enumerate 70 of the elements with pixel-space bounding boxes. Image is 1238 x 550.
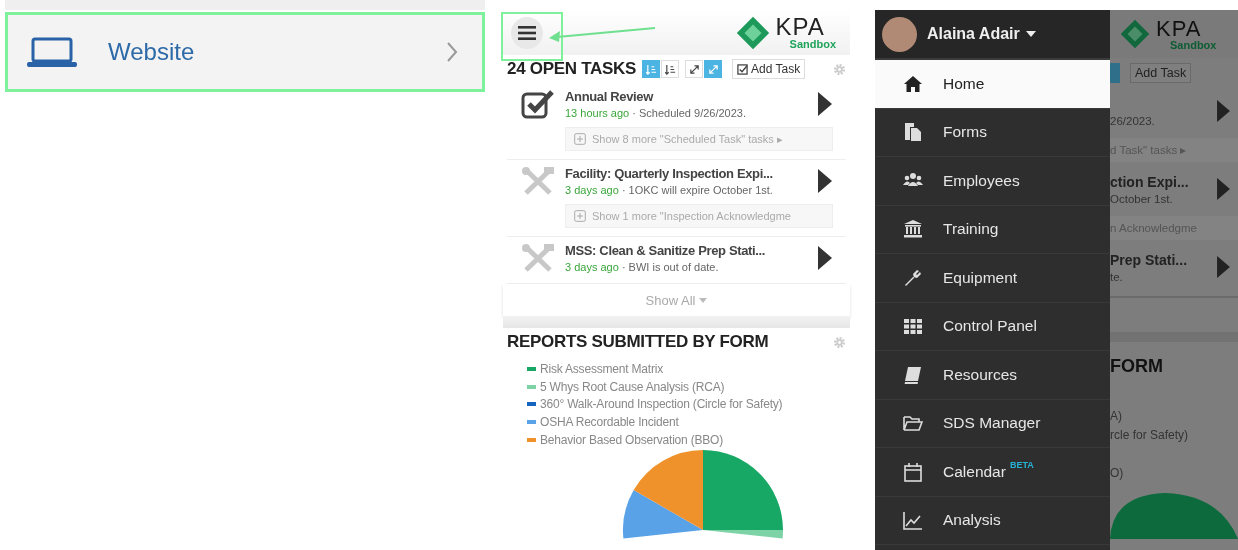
highlight-frame (501, 12, 563, 61)
drawer-menu-item[interactable]: Forms (875, 108, 1110, 157)
task-title[interactable]: MSS: Clean & Sanitize Prep Stati... (565, 243, 808, 258)
logo-text: KPA (1156, 17, 1202, 40)
diagonal-arrows-icon (707, 63, 719, 75)
menu-button[interactable] (511, 16, 543, 49)
drawer-menu-item[interactable]: SDS Manager (875, 399, 1110, 448)
diamond-logo-icon (1120, 19, 1150, 49)
drawer-menu-item[interactable]: Equipment (875, 254, 1110, 303)
task-title[interactable]: Prep Stati... (1110, 251, 1214, 268)
drawer-menu-item[interactable]: Control Panel (875, 302, 1110, 351)
drawer-menu-item[interactable]: Employees (875, 157, 1110, 206)
menu-icon (518, 25, 536, 40)
section-title: FORM (1110, 356, 1164, 377)
legend-label: 360° Walk-Around Inspection (Circle for Safety) (540, 397, 783, 412)
logo-subtitle: Sandbox (1170, 39, 1217, 51)
legend-label: OSHA Recordable Incident (540, 414, 679, 429)
add-task-button[interactable]: Add Task (732, 59, 806, 79)
checkbox-check-icon (521, 89, 555, 119)
calendar-icon (903, 461, 923, 482)
beta-label: BETA (1009, 460, 1034, 470)
grid-icon (903, 316, 923, 337)
legend-label: 5 Whys Root Cause Analysis (RCA) (540, 379, 725, 394)
task-title[interactable]: ction Expi... (1110, 173, 1214, 190)
diagonal-arrows-icon (688, 63, 700, 75)
play-icon[interactable] (818, 246, 832, 270)
task-title[interactable]: Facility: Quarterly Inspection Expi... (565, 166, 808, 181)
sort-icon (645, 63, 657, 75)
document-icon (903, 122, 923, 143)
task-meta: October 1st. (1110, 192, 1174, 205)
drawer-menu-item[interactable]: Home (875, 60, 1110, 109)
logo-text: KPA (775, 15, 825, 39)
plus-square-icon (574, 210, 586, 222)
book-icon (903, 364, 923, 385)
section-title: REPORTS SUBMITTED BY FORM (507, 332, 769, 352)
laptop-icon (27, 37, 77, 67)
bank-icon (903, 219, 923, 240)
task-meta: 26/2023. (1110, 114, 1156, 127)
task-title[interactable]: Annual Review (565, 89, 808, 104)
folder-icon (903, 413, 923, 434)
legend-label: A) (1110, 409, 1123, 425)
line-chart-icon (903, 510, 923, 531)
task-meta: 3 days ago · 1OKC will expire October 1st. (565, 184, 774, 196)
task-meta: 3 days ago · BWI is out of date. (565, 261, 720, 273)
caret-icon (1025, 31, 1036, 37)
drawer-menu-item[interactable]: Training (875, 205, 1110, 254)
drawer-menu-item[interactable]: Resources (875, 351, 1110, 400)
avatar (882, 16, 917, 52)
add-task-button[interactable]: Add Task (1130, 63, 1192, 83)
logo-subtitle: Sandbox (789, 39, 836, 50)
chevron-right-icon (446, 41, 458, 63)
diamond-logo-icon (735, 15, 770, 50)
website-row[interactable]: Website (5, 12, 485, 92)
legend-label: O) (1110, 466, 1125, 482)
sort-icon (664, 63, 676, 75)
legend-label: Risk Assessment Matrix (540, 361, 663, 376)
play-icon[interactable] (818, 169, 832, 193)
user-menu-button[interactable]: Alaina Adair (927, 25, 1036, 43)
task-meta: 13 hours ago · Scheduled 9/26/2023. (565, 107, 748, 119)
task-meta: te. (1110, 270, 1124, 283)
drawer-menu-item[interactable]: Calendar $^{BETA}$ (875, 448, 1110, 497)
legend-label: rcle for Safety) (1110, 428, 1190, 444)
home-icon (903, 73, 923, 94)
checkbox-check-icon (737, 63, 748, 75)
section-title: 24 OPEN TASKS (507, 59, 636, 79)
caret-icon (699, 297, 708, 303)
plus-square-icon (574, 133, 586, 145)
legend-label: Behavior Based Observation (BBO) (540, 432, 724, 447)
compress-button[interactable] (685, 60, 703, 78)
play-icon[interactable] (818, 92, 832, 116)
